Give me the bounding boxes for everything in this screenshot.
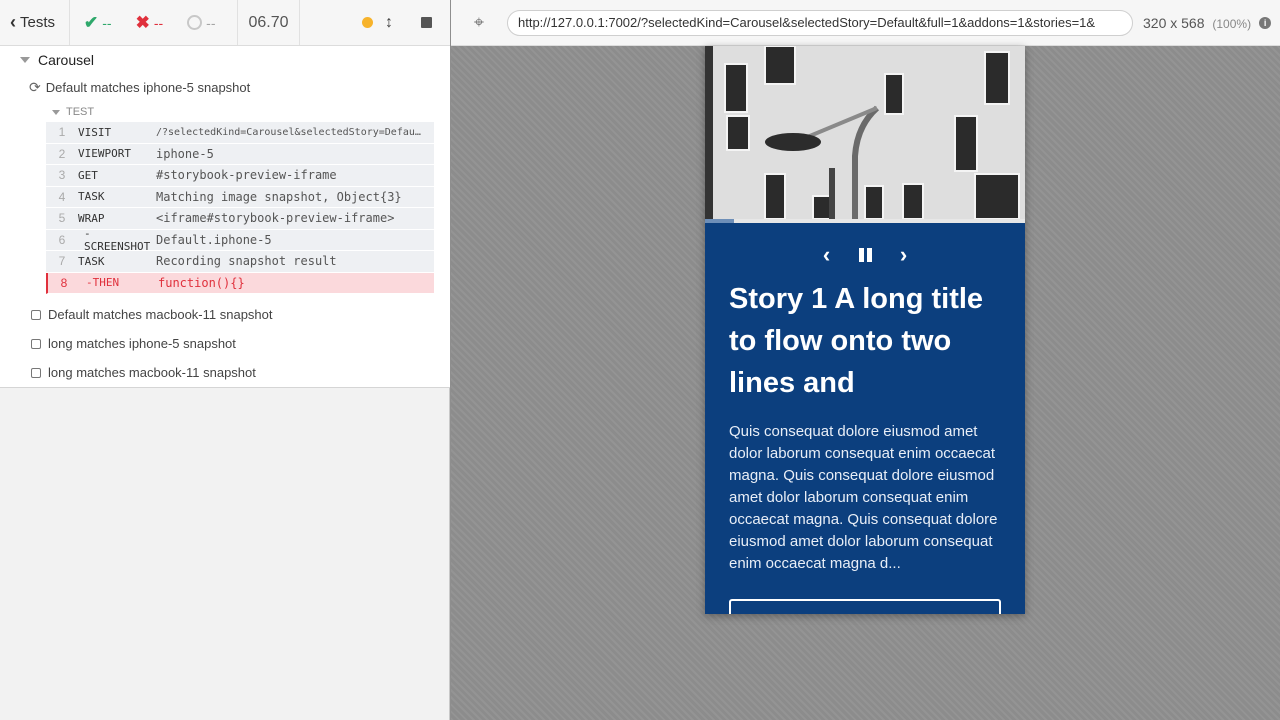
info-icon[interactable]: i [1259, 16, 1272, 29]
command-number: 8 [60, 275, 68, 290]
chevron-left-icon: ‹ [10, 12, 16, 32]
command-number: 7 [58, 254, 66, 269]
checkbox-icon [31, 338, 41, 349]
stats-group: ✔ -- ✖ -- -- [70, 0, 238, 45]
carousel-story-frame: ‹ › Story 1 A long title to flow onto tw… [705, 46, 1025, 614]
viewport-size: 320 x 568 [1143, 14, 1205, 31]
command-number: 4 [58, 189, 66, 204]
test-title: long matches macbook-11 snapshot [48, 365, 256, 380]
command-name: -SCREENSHOT [84, 226, 151, 253]
chevron-right-icon[interactable]: › [894, 242, 914, 268]
test-running[interactable]: ⟳ Default matches iphone-5 snapshot [29, 79, 250, 96]
building-photo [705, 46, 1025, 219]
url-input[interactable]: http://127.0.0.1:7002/?selectedKind=Caro… [507, 9, 1133, 36]
command-row[interactable]: 2 VIEWPORT iphone-5 [46, 143, 434, 165]
command-number: 6 [58, 232, 66, 247]
duration: 06.70 [238, 0, 300, 45]
status-dot-icon [362, 17, 373, 28]
tests-label: Tests [20, 14, 56, 31]
command-row[interactable]: 7 TASK Recording snapshot result [46, 251, 434, 273]
command-name: VISIT [78, 125, 112, 139]
refresh-icon: ⟳ [29, 79, 41, 95]
suite-title: Carousel [38, 52, 95, 68]
spinner-icon [187, 15, 203, 30]
command-row[interactable]: 6 -SCREENSHOT Default.iphone-5 [46, 226, 434, 253]
command-name: TASK [78, 254, 105, 268]
pause-icon[interactable] [858, 248, 872, 262]
test-tree: Carousel ⟳ Default matches iphone-5 snap… [0, 46, 450, 388]
pending-count: -- [206, 14, 216, 31]
test-pending[interactable]: long matches macbook-11 snapshot [29, 365, 256, 380]
reporter-panel: ‹ Tests ✔ -- ✖ -- -- 06.70 ↕ Carousel ⟳ … [0, 0, 450, 720]
command-arg: iphone-5 [156, 146, 214, 161]
stats-bar: ‹ Tests ✔ -- ✖ -- -- 06.70 ↕ [0, 0, 450, 46]
progress-fill [705, 219, 734, 223]
command-arg: #storybook-preview-iframe [156, 168, 337, 183]
stop-icon[interactable] [421, 17, 432, 28]
viewport-info: 320 x 568 (100%) [1143, 15, 1251, 31]
story-body: Quis consequat dolore eiusmod amet dolor… [729, 423, 998, 572]
command-name: GET [78, 168, 98, 182]
crosshair-icon[interactable]: ⌖ [451, 12, 507, 33]
command-row[interactable]: 3 GET #storybook-preview-iframe [46, 165, 434, 187]
pending-stat: -- [187, 15, 215, 31]
caret-down-icon [20, 57, 30, 63]
command-name: TASK [78, 190, 105, 204]
checkbox-icon [31, 367, 41, 378]
url-bar: ⌖ http://127.0.0.1:7002/?selectedKind=Ca… [451, 0, 1280, 46]
command-name: -THEN [86, 276, 120, 290]
section-test-header[interactable]: TEST [52, 106, 94, 118]
command-row-error[interactable]: 8 -THEN function(){} [46, 272, 434, 294]
failed-count: -- [153, 14, 164, 31]
story-cta-button[interactable] [729, 599, 1001, 614]
story-title: Story 1 A long title to flow onto two li… [729, 283, 984, 399]
app-under-test: ⌖ http://127.0.0.1:7002/?selectedKind=Ca… [451, 0, 1280, 720]
passed-count: -- [102, 14, 112, 31]
test-title: Default matches iphone-5 snapshot [45, 80, 251, 95]
test-title: long matches iphone-5 snapshot [48, 336, 236, 351]
viewport-scale: (100%) [1212, 16, 1252, 31]
command-arg: Default.iphone-5 [156, 232, 272, 247]
command-number: 2 [58, 146, 66, 161]
command-arg: Matching image snapshot, Object{3} [156, 189, 402, 204]
command-number: 3 [58, 168, 66, 183]
test-title: Default matches macbook-11 snapshot [48, 307, 273, 322]
command-arg: Recording snapshot result [156, 254, 337, 269]
test-pending[interactable]: long matches iphone-5 snapshot [29, 336, 236, 351]
command-row[interactable]: 4 TASK Matching image snapshot, Object{3… [46, 186, 434, 208]
command-arg: /?selectedKind=Carousel&selectedStory=De… [156, 126, 421, 138]
x-icon: ✖ [135, 12, 150, 32]
section-label: TEST [66, 106, 95, 118]
chevron-left-icon[interactable]: ‹ [817, 242, 837, 268]
command-name: WRAP [78, 211, 105, 225]
checkbox-icon [31, 309, 41, 320]
command-log: 1 VISIT /?selectedKind=Carousel&selected… [46, 122, 434, 294]
failed-stat: ✖ -- [136, 13, 164, 33]
test-pending[interactable]: Default matches macbook-11 snapshot [29, 307, 273, 322]
passed-stat: ✔ -- [84, 13, 112, 33]
run-controls: ↕ [300, 0, 450, 45]
tests-back-button[interactable]: ‹ Tests [0, 0, 70, 45]
command-name: VIEWPORT [78, 147, 131, 161]
suite-carousel[interactable]: Carousel [20, 52, 94, 68]
carousel-image [705, 46, 1025, 219]
updown-arrow-icon[interactable]: ↕ [385, 14, 393, 32]
command-row[interactable]: 1 VISIT /?selectedKind=Carousel&selected… [46, 122, 434, 144]
caret-down-icon [52, 109, 60, 115]
command-arg: <iframe#storybook-preview-iframe> [156, 211, 395, 226]
carousel-controls: ‹ › [705, 242, 1025, 268]
command-number: 5 [58, 211, 66, 226]
carousel-progress [705, 219, 1025, 223]
command-arg: function(){} [158, 275, 245, 290]
check-icon: ✔ [84, 12, 99, 32]
command-number: 1 [58, 125, 66, 140]
